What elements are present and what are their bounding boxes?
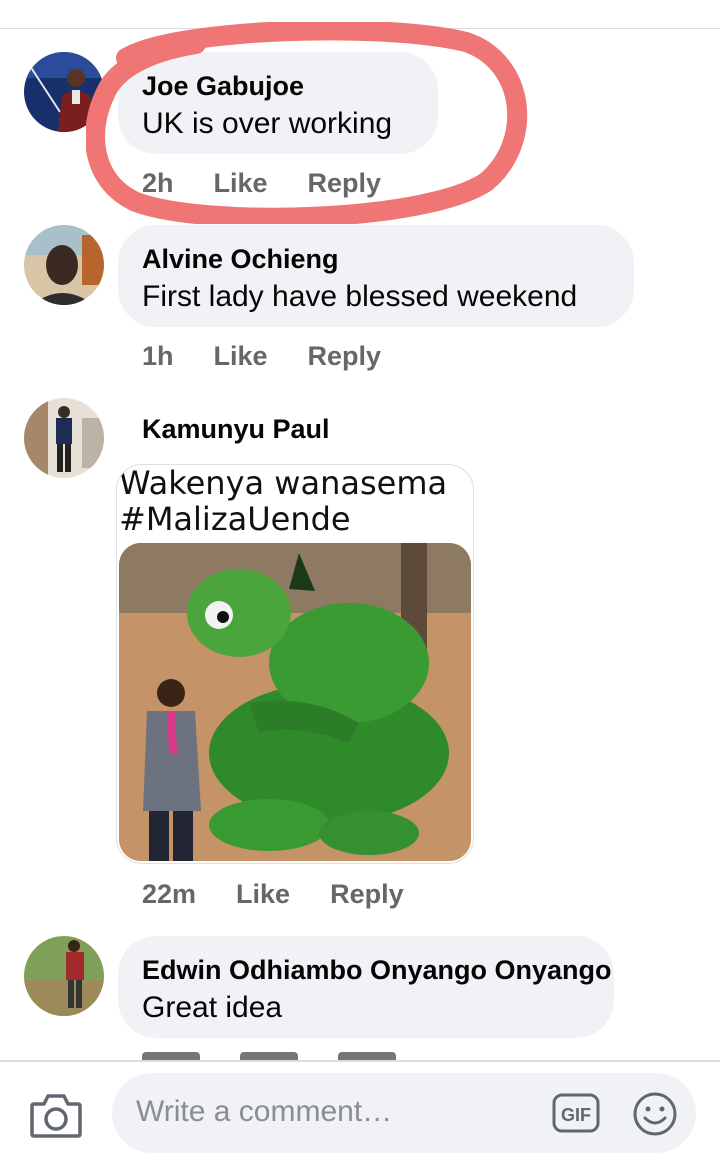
like-button <box>240 1052 298 1060</box>
meme-caption: Wakenya wanasema #MalizaUende <box>119 464 448 538</box>
comment-time <box>142 1052 200 1060</box>
reply-button[interactable]: Reply <box>308 341 382 372</box>
camera-icon[interactable] <box>28 1090 84 1140</box>
gif-icon[interactable]: GIF <box>552 1093 600 1133</box>
like-button[interactable]: Like <box>214 168 268 199</box>
avatar[interactable] <box>24 936 104 1016</box>
comment-actions-partial <box>142 1046 436 1060</box>
comment-actions: 2h Like Reply <box>142 168 381 199</box>
avatar[interactable] <box>24 225 104 305</box>
comment-composer: Write a comment… GIF <box>0 1062 720 1165</box>
reply-button <box>338 1052 396 1060</box>
comment-bubble[interactable]: Joe Gabujoe UK is over working <box>118 52 438 154</box>
meme-image[interactable]: Wakenya wanasema #MalizaUende <box>116 464 474 864</box>
comment-placeholder: Write a comment… <box>136 1095 393 1128</box>
gif-label: GIF <box>561 1105 591 1125</box>
avatar[interactable] <box>24 52 104 132</box>
comment-actions: 22m Like Reply <box>142 879 404 910</box>
comment-time[interactable]: 22m <box>142 879 196 910</box>
comment-bubble[interactable]: Edwin Odhiambo Onyango Onyango Great ide… <box>118 936 614 1038</box>
comment-input[interactable]: Write a comment… GIF <box>112 1073 696 1153</box>
comment-author[interactable]: Edwin Odhiambo Onyango Onyango <box>142 954 612 986</box>
comment-author[interactable]: Kamunyu Paul <box>142 413 330 445</box>
reply-button[interactable]: Reply <box>330 879 404 910</box>
avatar[interactable] <box>24 398 104 478</box>
like-button[interactable]: Like <box>214 341 268 372</box>
comment-text: First lady have blessed weekend <box>142 280 578 313</box>
comment-author[interactable]: Joe Gabujoe <box>142 70 414 102</box>
comment-actions: 1h Like Reply <box>142 341 381 372</box>
comment-text: Great idea <box>142 991 283 1024</box>
comment-bubble[interactable]: Alvine Ochieng First lady have blessed w… <box>118 225 634 327</box>
emoji-icon[interactable] <box>632 1091 678 1137</box>
meme-photo <box>119 543 471 861</box>
comment-author[interactable]: Alvine Ochieng <box>142 243 610 275</box>
comment-time[interactable]: 2h <box>142 168 174 199</box>
comment-time[interactable]: 1h <box>142 341 174 372</box>
reply-button[interactable]: Reply <box>308 168 382 199</box>
like-button[interactable]: Like <box>236 879 290 910</box>
top-divider <box>0 28 720 29</box>
comment-text: UK is over working <box>142 107 393 140</box>
